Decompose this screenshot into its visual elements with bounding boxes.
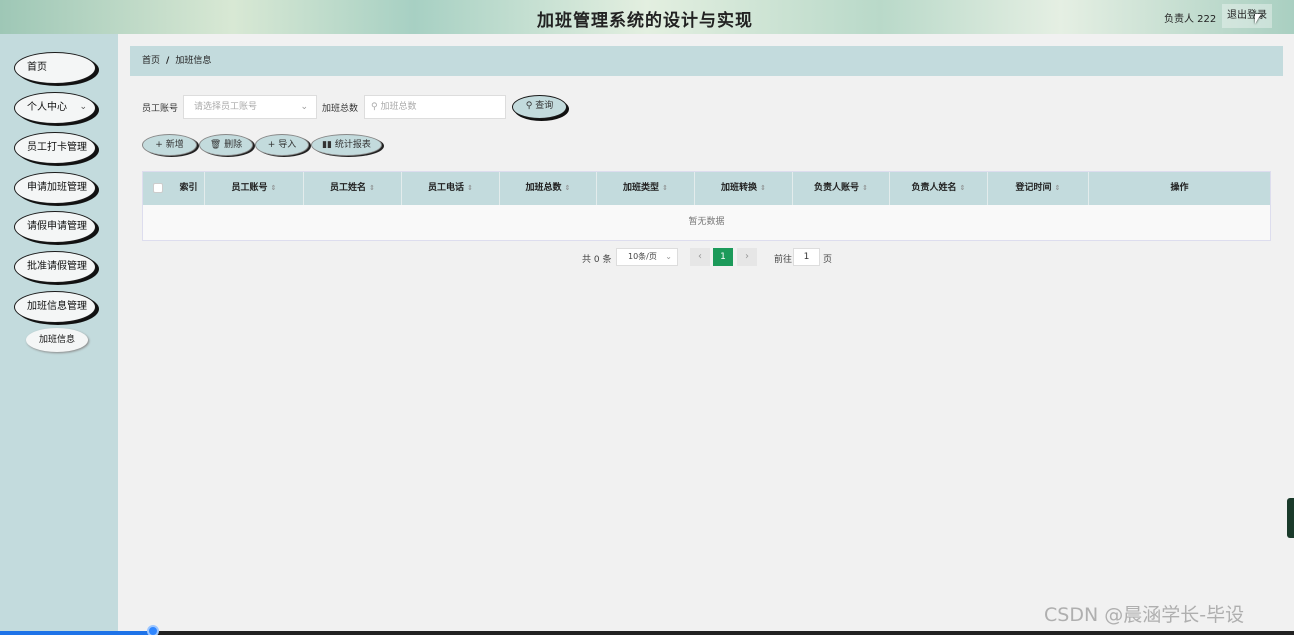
sidebar-item-clock-in[interactable]: 员工打卡管理 — [14, 132, 96, 164]
trash-icon: 🗑 — [209, 140, 225, 150]
column-header-name[interactable]: 员工姓名 ⇕ — [304, 172, 402, 205]
sort-icon[interactable]: ⇕ — [565, 184, 571, 192]
plus-icon: + — [155, 140, 166, 150]
sort-icon[interactable]: ⇕ — [960, 184, 966, 192]
column-header-manager-account[interactable]: 负责人账号 ⇕ — [793, 172, 890, 205]
delete-button[interactable]: 🗑 删除 — [199, 134, 253, 156]
sidebar-item-personal-center[interactable]: 个人中心 ⌄ — [14, 92, 96, 124]
import-button-label: 导入 — [278, 140, 297, 150]
total-input[interactable]: ⚲ 加班总数 — [364, 95, 506, 119]
chevron-down-icon: ⌄ — [665, 252, 672, 261]
total-input-placeholder: 加班总数 — [380, 102, 417, 112]
import-button[interactable]: + 导入 — [255, 134, 309, 156]
add-button[interactable]: + 新增 — [142, 134, 197, 156]
search-button[interactable]: ⚲ 查询 — [512, 95, 567, 119]
next-page-button[interactable]: › — [737, 248, 757, 266]
search-icon: ⚲ — [371, 102, 378, 112]
account-select-placeholder: 请选择员工账号 — [194, 102, 258, 112]
bar-chart-icon: ▮▮ — [322, 140, 335, 150]
chevron-right-icon: › — [745, 251, 749, 262]
search-button-label: 查询 — [535, 101, 554, 111]
total-filter-label: 加班总数 — [322, 104, 359, 114]
column-header-account[interactable]: 员工账号 ⇕ — [205, 172, 304, 205]
column-header-type[interactable]: 加班类型 ⇕ — [597, 172, 695, 205]
mouse-cursor-icon — [1255, 14, 1261, 24]
report-button-label: 统计报表 — [334, 140, 371, 150]
breadcrumb-current: 加班信息 — [175, 56, 212, 66]
sidebar-item-label: 个人中心 — [27, 102, 67, 113]
report-button[interactable]: ▮▮ 统计报表 — [311, 134, 382, 156]
data-table: 索引 员工账号 ⇕ 员工姓名 ⇕ 员工电话 ⇕ 加班总数 ⇕ 加班类型 ⇕ 加班转换 ⇕ 负… — [142, 171, 1271, 241]
sidebar-item-leave-apply[interactable]: 请假申请管理 — [14, 211, 96, 243]
breadcrumb-separator: / — [166, 56, 170, 66]
breadcrumb-home[interactable]: 首页 — [142, 56, 160, 66]
chevron-down-icon: ⌄ — [300, 102, 308, 112]
breadcrumb: 首页 / 加班信息 — [130, 46, 1283, 76]
add-button-label: 新增 — [165, 140, 184, 150]
goto-page-input[interactable]: 1 — [793, 248, 820, 266]
sort-icon[interactable]: ⇕ — [862, 184, 868, 192]
chevron-down-icon: ⌄ — [79, 102, 87, 112]
sidebar-item-overtime-info[interactable]: 加班信息管理 — [14, 291, 96, 323]
logout-button[interactable]: 退出登录 — [1222, 4, 1272, 28]
sidebar-item-label: 申请加班管理 — [27, 182, 87, 193]
watermark-text: CSDN @晨涵学长-毕设 — [1044, 604, 1245, 626]
page-size-value: 10条/页 — [628, 252, 657, 261]
table-header: 索引 员工账号 ⇕ 员工姓名 ⇕ 员工电话 ⇕ 加班总数 ⇕ 加班类型 ⇕ 加班转换 ⇕ 负… — [143, 172, 1270, 205]
sort-icon[interactable]: ⇕ — [271, 184, 277, 192]
sidebar-item-label: 员工打卡管理 — [27, 142, 87, 153]
top-header: 加班管理系统的设计与实现 负责人 222 退出登录 — [0, 0, 1294, 34]
column-header-register-time[interactable]: 登记时间 ⇕ — [988, 172, 1089, 205]
column-header-manager-name[interactable]: 负责人姓名 ⇕ — [890, 172, 988, 205]
sidebar-item-label: 请假申请管理 — [27, 221, 87, 232]
select-all-checkbox[interactable] — [153, 183, 163, 193]
column-header-convert[interactable]: 加班转换 ⇕ — [695, 172, 793, 205]
column-header-index: 索引 — [173, 172, 205, 205]
column-header-total[interactable]: 加班总数 ⇕ — [500, 172, 597, 205]
submenu-item-overtime-info[interactable]: 加班信息 — [26, 328, 88, 352]
sidebar-item-overtime-apply[interactable]: 申请加班管理 — [14, 172, 96, 204]
prev-page-button[interactable]: ‹ — [690, 248, 710, 266]
sort-icon[interactable]: ⇕ — [369, 184, 375, 192]
delete-button-label: 删除 — [224, 140, 243, 150]
column-header-actions: 操作 — [1170, 183, 1189, 193]
empty-table-text: 暂无数据 — [688, 217, 725, 227]
account-filter-label: 员工账号 — [142, 104, 179, 114]
page-size-select[interactable]: 10条/页 ⌄ — [616, 248, 678, 266]
sort-icon[interactable]: ⇕ — [1055, 184, 1061, 192]
video-progress-track[interactable] — [0, 631, 1294, 635]
sidebar-item-leave-approve[interactable]: 批准请假管理 — [14, 251, 96, 283]
column-header-phone[interactable]: 员工电话 ⇕ — [402, 172, 500, 205]
account-select[interactable]: 请选择员工账号 ⌄ — [183, 95, 317, 119]
sidebar-item-label: 加班信息管理 — [27, 301, 87, 312]
page-unit-label: 页 — [823, 255, 833, 265]
page-title: 加班管理系统的设计与实现 — [537, 11, 753, 31]
current-user: 负责人 222 — [1164, 14, 1217, 25]
side-tab-handle[interactable] — [1287, 498, 1294, 538]
chevron-left-icon: ‹ — [698, 251, 702, 262]
goto-label: 前往 — [774, 255, 793, 265]
sidebar-item-home[interactable]: 首页 — [14, 52, 96, 84]
sort-icon[interactable]: ⇕ — [760, 184, 766, 192]
video-progress-fill — [0, 631, 154, 635]
sort-icon[interactable]: ⇕ — [662, 184, 668, 192]
page-number-current[interactable]: 1 — [713, 248, 733, 266]
sidebar: 首页 个人中心 ⌄ 员工打卡管理 申请加班管理 请假申请管理 批准请假管理 加班信… — [0, 34, 118, 635]
plus-icon: + — [267, 140, 279, 150]
sidebar-item-label: 首页 — [27, 62, 47, 73]
video-progress-knob[interactable] — [147, 625, 159, 635]
search-icon: ⚲ — [525, 101, 533, 111]
sidebar-item-label: 批准请假管理 — [27, 261, 87, 272]
sort-icon[interactable]: ⇕ — [467, 184, 473, 192]
pagination-total: 共 0 条 — [582, 255, 612, 265]
